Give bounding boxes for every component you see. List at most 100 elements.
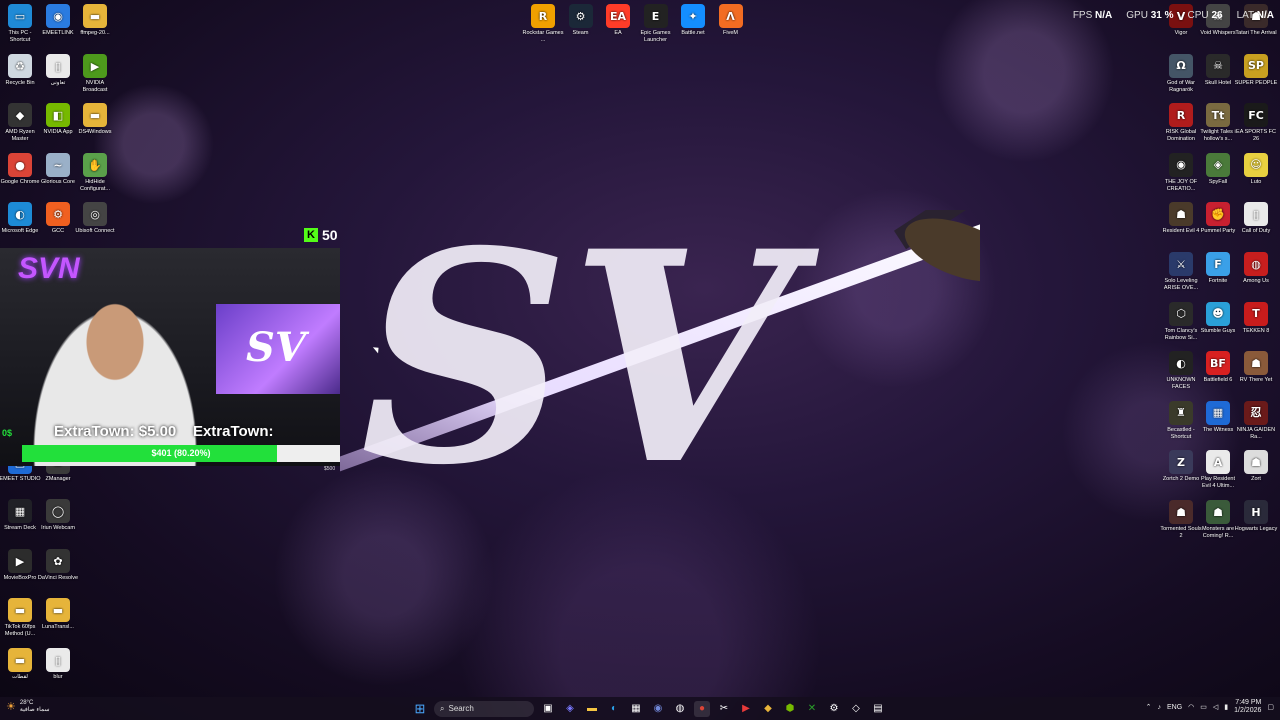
task-view-icon[interactable]: ▣ [540,701,556,717]
file-explorer-icon[interactable]: ▬ [584,701,600,717]
right-call-of-duty[interactable]: ▯ Call of Duty [1234,200,1278,242]
edge-icon[interactable]: ◐ [606,701,622,717]
tray-mic-icon[interactable]: ♪ [1157,704,1161,711]
fortnite-icon: F [1206,252,1230,276]
goal-title-left: ExtraTown: $5.00 [54,423,177,440]
weather-temp: 28°C [19,700,34,706]
super-people-icon: SP [1244,53,1268,78]
discord-icon[interactable]: ◉ [650,701,666,717]
tiktok-60fps-method-u-icon: ▬ [8,598,32,622]
right-super-people[interactable]: SP SUPER PEOPLE [1234,52,1278,94]
ea-icon: EA [606,4,630,28]
nvidia-app-icon: ◧ [46,103,70,127]
terminal-icon[interactable]: ▤ [870,701,886,717]
language-indicator[interactable]: ENG [1167,704,1182,711]
left-ffmpeg-20[interactable]: ▬ ffmpeg-20... [73,2,117,44]
blur-icon: ▯ [46,648,70,672]
chrome-icon[interactable]: ● [694,700,710,717]
tray-chevron-icon[interactable]: ⌃ [1146,703,1152,711]
search-icon: ⌕ [440,703,445,713]
item-23-icon: ▬ [8,648,32,672]
monsters-are-coming-r-icon: ☗ [1206,500,1230,524]
tray-display-icon[interactable]: ▭ [1200,703,1207,711]
media-icon[interactable]: ▶ [738,701,754,717]
tray-wifi-icon[interactable]: ◠ [1188,703,1194,711]
left-hidhide-configurat[interactable]: ✋ HidHide Configurat... [73,151,117,193]
desktop-icon-label: EA SPORTS FC 26 [1236,129,1276,143]
search-box[interactable]: ⌕ Search [434,700,534,717]
ea-sports-fc-26-icon: FC [1244,103,1268,128]
obs-icon[interactable]: ◍ [672,701,688,717]
desktop-icon-label: Zort [1251,476,1261,483]
this-pc-shortcut-icon: ▭ [8,4,32,28]
left-ubisoft-connect[interactable]: ◎ Ubisoft Connect [73,200,117,242]
weather-desc: سماء صافية [19,707,50,713]
right-tekken-8[interactable]: T TEKKEN 8 [1234,300,1278,342]
gcc-icon: ⚙ [46,202,70,226]
left-lunatransl[interactable]: ▬ LunaTransl... [36,596,80,638]
app-icon[interactable]: ◆ [760,701,776,717]
clock[interactable]: 7:49 PM 1/2/2026 [1234,699,1261,715]
left-davinci-resolve[interactable]: ✿ DaVinci Resolve [36,547,80,589]
taskbar: ☀ 28°C سماء صافية ⊞ ⌕ Search ▣ ◈ ▬ ◐ ▦ ◉… [0,697,1280,720]
skull-hotel-icon: ☠ [1206,53,1230,78]
recycle-bin-icon: ♻ [8,54,32,78]
gamepass-icon[interactable]: ⬢ [782,701,798,717]
goal-progress-bar: $401 (80.20%) [22,445,340,462]
right-ninja-gaiden-ra[interactable]: 忍 NINJA GAIDEN Ra... [1234,399,1278,441]
desktop-icon-label: LunaTransl... [42,624,74,630]
right-luto[interactable]: ☺ Luto [1234,151,1278,193]
tray-battery-icon[interactable]: ▮ [1224,703,1228,711]
tekken-8-icon: T [1244,301,1268,326]
kick-viewer-badge: K 50 [304,227,338,243]
rockstar-games-icon: R [531,4,555,28]
right-rv-there-yet[interactable]: ☗ RV There Yet [1234,349,1278,391]
desktop-icon-label: Hogwarts Legacy [1234,526,1278,532]
donation-goal-widget: ExtraTown: $5.00 ExtraTown: $401 (80.20%… [0,420,340,472]
capcut-icon[interactable]: ✂ [716,701,732,717]
right-among-us[interactable]: ◍ Among Us [1234,250,1278,292]
teams-icon[interactable]: ◈ [562,701,578,717]
cpu-stat: CPU 26 [1187,10,1223,21]
neon-sign: SVN [18,252,80,285]
performance-overlay: FPS N/A GPU 31 % CPU 26 LAT N/A [1073,10,1274,21]
glorious-core-icon: ~ [46,153,70,177]
hogwarts-legacy-icon: H [1244,500,1268,524]
network-app-icon[interactable]: ◇ [848,701,864,717]
right-hogwarts-legacy[interactable]: H Hogwarts Legacy [1234,498,1278,540]
left-blur[interactable]: ▯ blur [36,646,80,688]
desktop-icon-label: Luto [1250,178,1262,185]
zortch-2-demo-icon: Z [1169,450,1193,475]
kick-icon: K [304,228,318,242]
stream-deck-icon: ▦ [8,499,32,523]
left-iriun-webcam[interactable]: ◯ Iriun Webcam [36,497,80,539]
right-zort[interactable]: ☗ Zort [1234,448,1278,490]
kick-count: 50 [322,227,338,243]
tormented-souls-2-icon: ☗ [1169,500,1193,524]
desktop-icon-label: Ubisoft Connect [75,228,115,234]
unknown-faces-icon: ◐ [1169,351,1193,376]
ninja-gaiden-ra-icon: 忍 [1244,400,1268,425]
tray-volume-icon[interactable]: ◁ [1213,703,1218,711]
xbox-icon[interactable]: ✕ [804,701,820,717]
goal-left-marker: 0$ [2,428,13,438]
left-nvidia-broadcast[interactable]: ▶ NVIDIA Broadcast [73,52,117,94]
right-ea-sports-fc-26[interactable]: FC EA SPORTS FC 26 [1234,101,1278,143]
left-ds4windows[interactable]: ▬ DS4Windows [73,101,117,143]
desktop-icon-label: Tatari The Arrival [1235,30,1277,36]
spyfall-icon: ◈ [1206,152,1230,177]
settings-icon[interactable]: ⚙ [826,701,842,717]
play-resident-evil-4-ultim-icon: A [1206,450,1230,475]
emeetlink-icon: ◉ [46,4,70,28]
desktop-icon-label: DS4Windows [78,129,112,135]
weather-widget[interactable]: ☀ 28°C سماء صافية [6,700,50,714]
right-tatari-the-arrival[interactable]: ☗ Tatari The Arrival [1234,2,1278,44]
top-fivem[interactable]: Λ FiveM [709,2,753,44]
notification-icon[interactable]: ▢ [1267,703,1274,711]
gpu-stat: GPU 31 % [1126,10,1174,21]
store-icon[interactable]: ▦ [628,701,644,717]
steam-icon: ⚙ [568,4,593,28]
risk-global-domination-icon: R [1169,103,1193,128]
lunatransl-icon: ▬ [46,598,70,622]
start-button[interactable]: ⊞ [412,701,428,717]
